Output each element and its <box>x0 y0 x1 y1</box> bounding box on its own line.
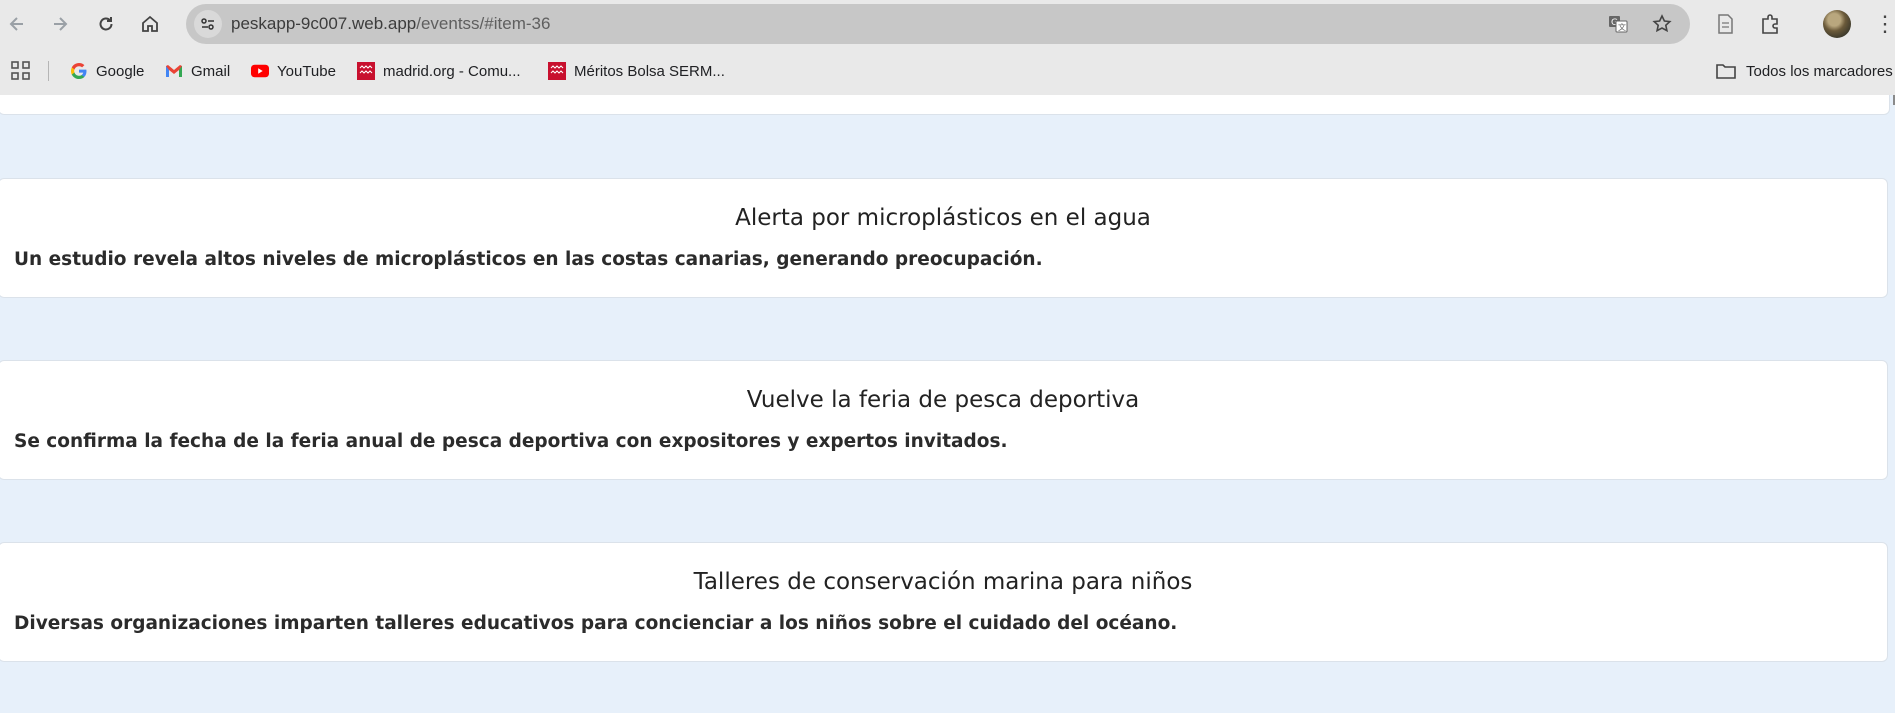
url-host: peskapp-9c007.web.app <box>231 14 417 33</box>
bookmark-label: madrid.org - Comu... <box>383 62 521 80</box>
browser-chrome: peskapp-9c007.web.app/eventss/#item-36 G… <box>0 0 1895 95</box>
reload-icon[interactable] <box>93 11 119 37</box>
bookmark-label: Google <box>96 62 145 80</box>
event-description: Diversas organizaciones imparten tallere… <box>14 613 1178 634</box>
bookmark-meritos-bolsa[interactable]: Méritos Bolsa SERM... <box>548 59 725 83</box>
bookmark-label: Gmail <box>191 62 231 80</box>
madrid-icon <box>548 62 566 80</box>
gmail-icon <box>165 62 183 80</box>
event-title: Vuelve la feria de pesca deportiva <box>746 387 1140 413</box>
svg-text:文: 文 <box>1618 22 1626 32</box>
event-title: Talleres de conservación marina para niñ… <box>693 569 1193 595</box>
google-icon <box>70 62 88 80</box>
site-info-icon[interactable] <box>194 10 222 38</box>
madrid-icon <box>357 62 375 80</box>
all-bookmarks-button[interactable]: Todos los marcadores <box>1716 59 1893 83</box>
bookmark-label: YouTube <box>277 62 336 80</box>
bookmark-madrid-org[interactable]: madrid.org - Comu... <box>357 59 521 83</box>
back-arrow-icon[interactable] <box>4 11 30 37</box>
home-icon[interactable] <box>137 11 163 37</box>
profile-avatar[interactable] <box>1823 10 1851 38</box>
all-bookmarks-label: Todos los marcadores <box>1746 62 1893 80</box>
more-options-icon[interactable]: ⋮ <box>1874 9 1895 39</box>
event-card: Talleres de conservación marina para niñ… <box>0 542 1888 662</box>
event-description: Se confirma la fecha de la feria anual d… <box>14 431 1008 452</box>
page-content: Alerta por microplásticos en el agua Un … <box>0 95 1895 713</box>
bookmark-google[interactable]: Google <box>70 59 144 83</box>
browser-toolbar: peskapp-9c007.web.app/eventss/#item-36 G… <box>0 0 1895 47</box>
forward-arrow-icon[interactable] <box>47 11 73 37</box>
extensions-icon[interactable] <box>1757 11 1783 37</box>
bookmark-youtube[interactable]: YouTube <box>251 59 336 83</box>
youtube-icon <box>251 62 269 80</box>
bookmarks-bar: Google Gmail YouTube madrid.org - Comu..… <box>0 47 1895 95</box>
event-description: Un estudio revela altos niveles de micro… <box>14 249 1043 270</box>
bookmark-label: Méritos Bolsa SERM... <box>574 62 725 80</box>
url-text[interactable]: peskapp-9c007.web.app/eventss/#item-36 <box>231 4 550 44</box>
address-bar[interactable]: peskapp-9c007.web.app/eventss/#item-36 G… <box>186 4 1690 44</box>
folder-icon <box>1716 62 1736 80</box>
event-card: Vuelve la feria de pesca deportiva Se co… <box>0 360 1888 480</box>
event-title: Alerta por microplásticos en el agua <box>735 205 1151 231</box>
reading-mode-icon[interactable] <box>1712 11 1738 37</box>
translate-icon[interactable]: G文 <box>1607 13 1629 35</box>
previous-event-card <box>0 95 1890 115</box>
event-card: Alerta por microplásticos en el agua Un … <box>0 178 1888 298</box>
bookmark-gmail[interactable]: Gmail <box>165 59 230 83</box>
apps-grid-icon[interactable] <box>10 60 32 82</box>
bookmark-star-icon[interactable] <box>1651 13 1673 35</box>
url-path: /eventss/#item-36 <box>416 14 551 33</box>
bookmarks-divider <box>48 61 49 81</box>
